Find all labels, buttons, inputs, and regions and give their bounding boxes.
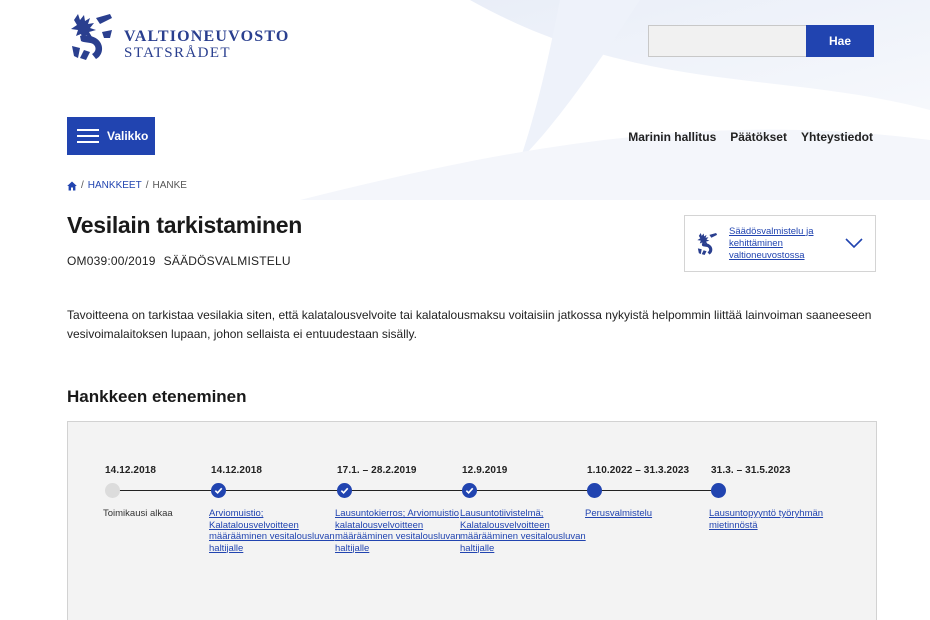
nav-link-marinin-hallitus[interactable]: Marinin hallitus: [628, 130, 716, 144]
timeline-step-link[interactable]: Lausuntopyyntö työryhmän mietinnöstä: [709, 508, 835, 531]
timeline-step-link[interactable]: Arviomuistio; Kalatalousvelvoitteen määr…: [209, 508, 335, 554]
active-step-marker: [587, 483, 602, 498]
timeline-step-date: 31.3. – 31.5.2023: [711, 465, 791, 476]
legislation-guide-dropdown[interactable]: Säädösvalmistelu ja kehittäminen valtion…: [684, 215, 876, 272]
progress-timeline: 14.12.2018 Toimikausi alkaa 14.12.2018 A…: [67, 421, 877, 620]
timeline-step-link[interactable]: Perusvalmistelu: [585, 508, 711, 520]
timeline-step-date: 14.12.2018: [105, 465, 157, 476]
breadcrumb-separator: /: [145, 180, 149, 191]
chevron-down-icon[interactable]: [845, 238, 863, 249]
breadcrumb-separator: /: [81, 180, 84, 191]
logo-name-sv: STATSRÅDET: [124, 45, 231, 61]
check-icon: [465, 487, 474, 494]
legislation-guide-link[interactable]: Säädösvalmistelu ja kehittäminen valtion…: [729, 226, 837, 262]
completed-step-marker: [337, 483, 352, 498]
site-search: Hae: [648, 25, 874, 57]
project-meta: OM039:00/2019 SÄÄDÖSVALMISTELU: [67, 254, 291, 268]
timeline-step-date: 12.9.2019: [462, 465, 508, 476]
check-icon: [340, 487, 349, 494]
timeline-connector: [112, 490, 718, 491]
search-button[interactable]: Hae: [806, 25, 874, 57]
active-step-marker: [711, 483, 726, 498]
timeline-step-date: 1.10.2022 – 31.3.2023: [587, 465, 690, 476]
project-id: OM039:00/2019: [67, 254, 156, 268]
site-header: VALTIONEUVOSTO STATSRÅDET Hae Valikko Ma…: [0, 0, 930, 170]
nav-link-paatokset[interactable]: Päätökset: [730, 130, 787, 144]
nav-link-yhteystiedot[interactable]: Yhteystiedot: [801, 130, 873, 144]
page-title: Vesilain tarkistaminen: [67, 212, 303, 238]
progress-section-title: Hankkeen eteneminen: [67, 387, 247, 406]
menu-button-label: Valikko: [107, 129, 149, 143]
timeline-step-link[interactable]: Lausuntokierros; Arviomuistio kalatalous…: [335, 508, 461, 554]
home-icon[interactable]: [67, 181, 77, 191]
hamburger-icon: [77, 129, 99, 143]
breadcrumb-item-hanke: HANKE: [152, 180, 187, 191]
timeline-step-link[interactable]: Lausuntotiivistelmä; Kalatalousvelvoitte…: [460, 508, 586, 554]
menu-button[interactable]: Valikko: [67, 117, 155, 155]
project-description: Tavoitteena on tarkistaa vesilakia siten…: [67, 308, 872, 341]
lion-crest-icon: [697, 232, 718, 255]
completed-step-marker: [462, 483, 477, 498]
lion-crest-icon: [71, 14, 112, 60]
completed-step-marker: [211, 483, 226, 498]
pending-step-marker: [105, 483, 120, 498]
check-icon: [214, 487, 223, 494]
top-navigation: Marinin hallitus Päätökset Yhteystiedot: [628, 130, 873, 144]
logo-name-fi: VALTIONEUVOSTO: [124, 28, 290, 45]
breadcrumb-item-hankkeet[interactable]: HANKKEET: [88, 180, 142, 191]
breadcrumb: / HANKKEET / HANKE: [67, 180, 187, 191]
timeline-step-date: 14.12.2018: [211, 465, 263, 476]
timeline-step-date: 17.1. – 28.2.2019: [337, 465, 417, 476]
site-logo[interactable]: VALTIONEUVOSTO STATSRÅDET: [66, 12, 290, 62]
site-logo-text: VALTIONEUVOSTO STATSRÅDET: [124, 28, 290, 62]
project-type: SÄÄDÖSVALMISTELU: [163, 254, 291, 268]
search-input[interactable]: [648, 25, 806, 57]
